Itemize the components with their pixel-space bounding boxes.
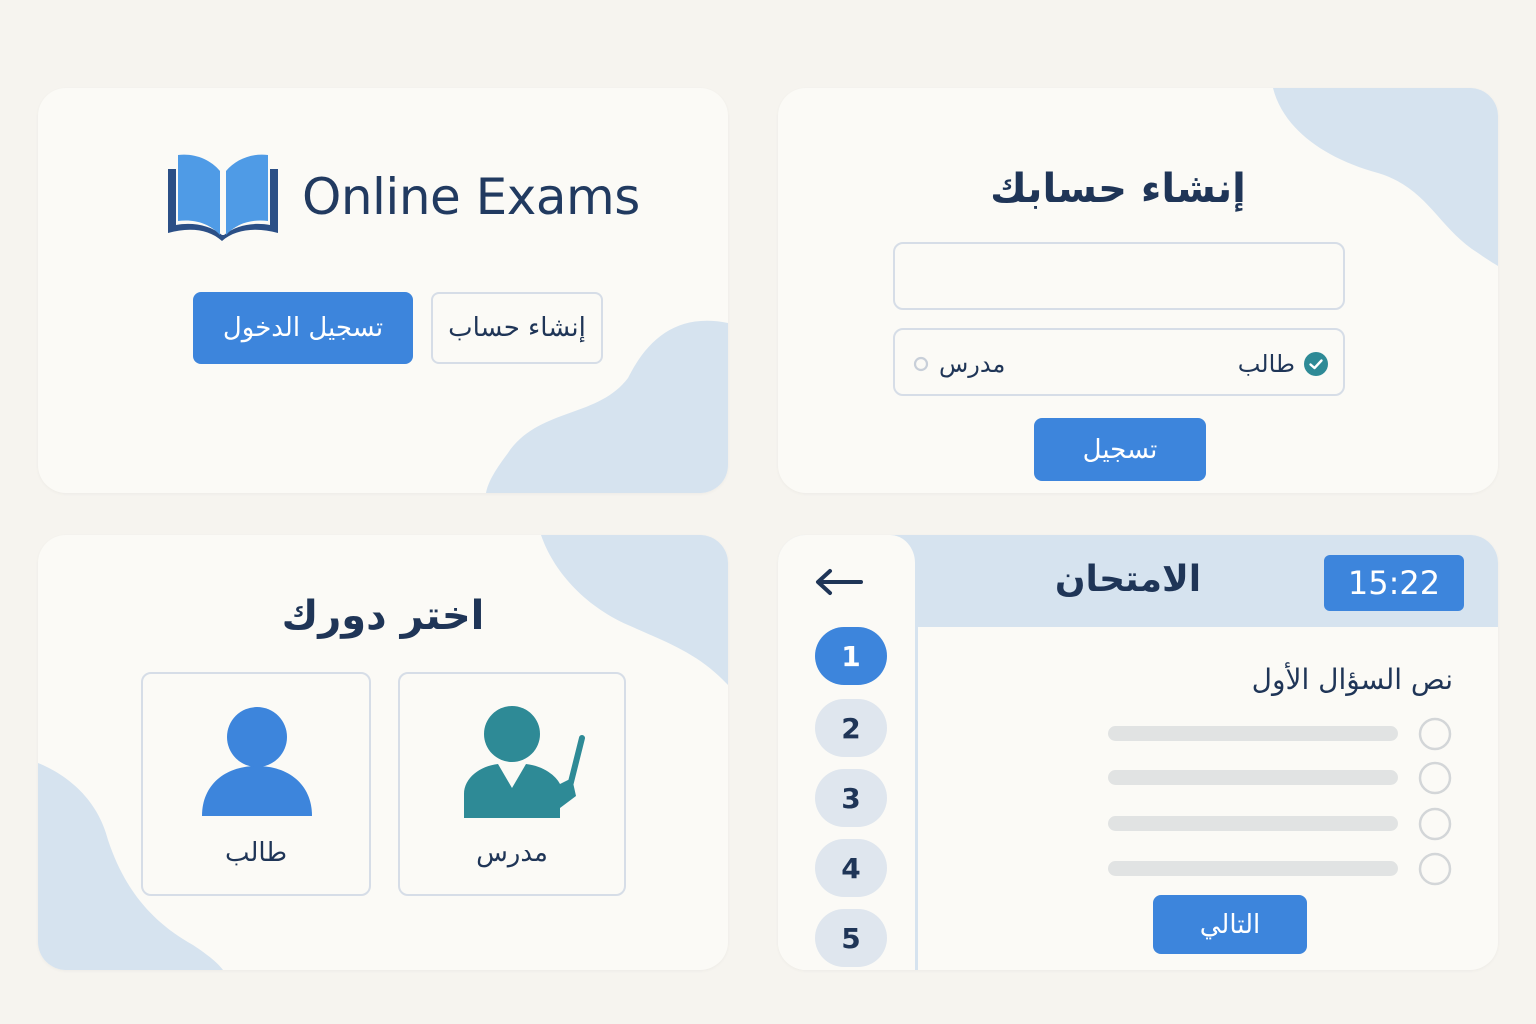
- radio-empty-icon: [1418, 807, 1452, 841]
- decorative-blob: [486, 320, 728, 493]
- role-option-student[interactable]: طالب: [1238, 348, 1329, 380]
- register-title: إنشاء حسابك: [990, 166, 1246, 212]
- check-circle-icon: [1304, 352, 1328, 376]
- question-number-button[interactable]: 1: [815, 627, 887, 685]
- app-logo: [164, 151, 282, 245]
- student-role-label: طالب: [224, 838, 288, 868]
- role-option-label: طالب: [1237, 350, 1295, 378]
- question-number-button[interactable]: 5: [815, 909, 887, 967]
- register-submit-button[interactable]: تسجيل: [1034, 418, 1206, 481]
- answer-option-placeholder-bar: [1108, 770, 1398, 785]
- choose-role-title: اختر دورك: [281, 593, 485, 639]
- exam-card: 1 2 3 4 5 الامتحان 15:22 نص السؤال الأول…: [778, 535, 1498, 970]
- teacher-role-card[interactable]: مدرس: [398, 672, 626, 896]
- welcome-card: Online Exams تسجيل الدخول إنشاء حساب: [38, 88, 728, 493]
- open-book-icon: [168, 154, 278, 241]
- radio-empty-icon: [1418, 717, 1452, 751]
- answer-option[interactable]: [1108, 717, 1453, 751]
- answer-option[interactable]: [1108, 761, 1453, 795]
- question-number-button[interactable]: 2: [815, 699, 887, 757]
- role-option-label: مدرس: [939, 350, 1006, 378]
- teacher-role-label: مدرس: [476, 838, 548, 868]
- exam-timer: 15:22: [1324, 555, 1464, 611]
- answer-option-placeholder-bar: [1108, 861, 1398, 876]
- radio-empty-icon: [1418, 852, 1452, 886]
- role-option-teacher[interactable]: مدرس: [913, 348, 1005, 380]
- answer-option-placeholder-bar: [1108, 816, 1398, 831]
- teacher-pointer-icon: [464, 706, 585, 818]
- radio-empty-icon: [913, 356, 929, 372]
- exam-title: الامتحان: [1054, 559, 1202, 600]
- name-input[interactable]: [893, 242, 1345, 310]
- radio-empty-icon: [1418, 761, 1452, 795]
- role-selector: طالب مدرس: [893, 328, 1345, 396]
- answer-option[interactable]: [1108, 807, 1453, 841]
- person-icon: [202, 707, 312, 816]
- next-button[interactable]: التالي: [1153, 895, 1307, 954]
- register-card: إنشاء حسابك طالب مدرس تسجيل: [778, 88, 1498, 493]
- answer-option-placeholder-bar: [1108, 726, 1398, 741]
- arrow-left-icon[interactable]: [814, 567, 864, 597]
- choose-role-card: اختر دورك طالب مدرس: [38, 535, 728, 970]
- signup-button[interactable]: إنشاء حساب: [431, 292, 603, 364]
- question-number-button[interactable]: 3: [815, 769, 887, 827]
- question-sidebar: 1 2 3 4 5: [778, 535, 918, 970]
- question-text: نص السؤال الأول: [1251, 663, 1453, 696]
- answer-option[interactable]: [1108, 852, 1453, 886]
- question-number-button[interactable]: 4: [815, 839, 887, 897]
- app-title: Online Exams: [302, 168, 640, 226]
- student-role-card[interactable]: طالب: [141, 672, 371, 896]
- login-button[interactable]: تسجيل الدخول: [193, 292, 413, 364]
